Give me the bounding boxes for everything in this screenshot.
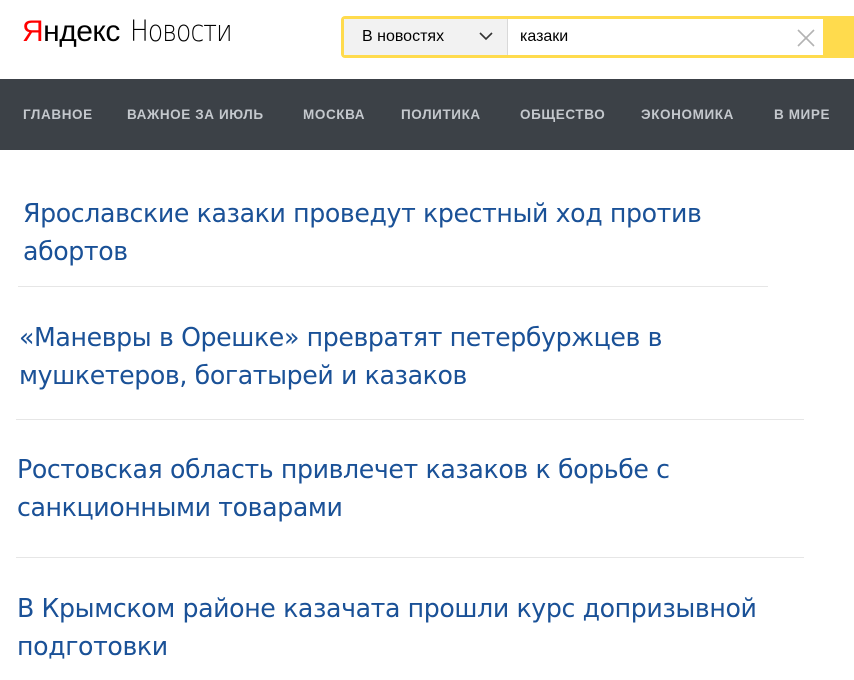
nav-item-society[interactable]: ОБЩЕСТВО xyxy=(520,79,605,150)
news-item: Ростовская область привлечет казаков к б… xyxy=(17,451,737,527)
news-item: В Крымском районе казачата прошли курс д… xyxy=(17,590,817,666)
news-divider xyxy=(16,419,804,420)
chevron-down-icon xyxy=(479,32,493,41)
search-bar: В новостях xyxy=(341,16,854,58)
search-scope-select[interactable]: В новостях xyxy=(344,19,508,55)
news-title-link[interactable]: «Маневры в Орешке» превратят петербуржце… xyxy=(19,319,717,395)
news-divider xyxy=(18,286,768,287)
news-title-link[interactable]: Ярославские казаки проведут крестный ход… xyxy=(23,195,741,271)
nav-item-main[interactable]: ГЛАВНОЕ xyxy=(23,79,93,150)
nav-item-world[interactable]: В МИРЕ xyxy=(774,79,830,150)
logo-yandex-first-letter: Я xyxy=(22,15,44,48)
nav-item-moscow[interactable]: МОСКВА xyxy=(303,79,365,150)
logo-yandex: Яндекс xyxy=(22,15,120,49)
nav-item-politics[interactable]: ПОЛИТИКА xyxy=(401,79,481,150)
main-nav: ГЛАВНОЕ ВАЖНОЕ ЗА ИЮЛЬ МОСКВА ПОЛИТИКА О… xyxy=(0,79,854,150)
logo-yandex-rest: ндекс xyxy=(43,15,120,48)
news-divider xyxy=(16,557,804,558)
logo-service-name: Новости xyxy=(129,14,233,48)
nav-item-important-july[interactable]: ВАЖНОЕ ЗА ИЮЛЬ xyxy=(127,79,264,150)
search-scope-label: В новостях xyxy=(362,28,445,45)
search-submit-button[interactable] xyxy=(823,16,854,58)
header: Яндекс Новости В новостях xyxy=(0,0,854,79)
news-title-link[interactable]: Ростовская область привлечет казаков к б… xyxy=(17,451,715,527)
nav-item-economy[interactable]: ЭКОНОМИКА xyxy=(641,79,734,150)
news-item: Ярославские казаки проведут крестный ход… xyxy=(23,195,763,271)
close-icon[interactable] xyxy=(796,28,816,48)
logo[interactable]: Яндекс Новости xyxy=(22,14,248,54)
news-item: «Маневры в Орешке» превратят петербуржце… xyxy=(19,319,739,395)
news-title-link[interactable]: В Крымском районе казачата прошли курс д… xyxy=(17,590,793,666)
